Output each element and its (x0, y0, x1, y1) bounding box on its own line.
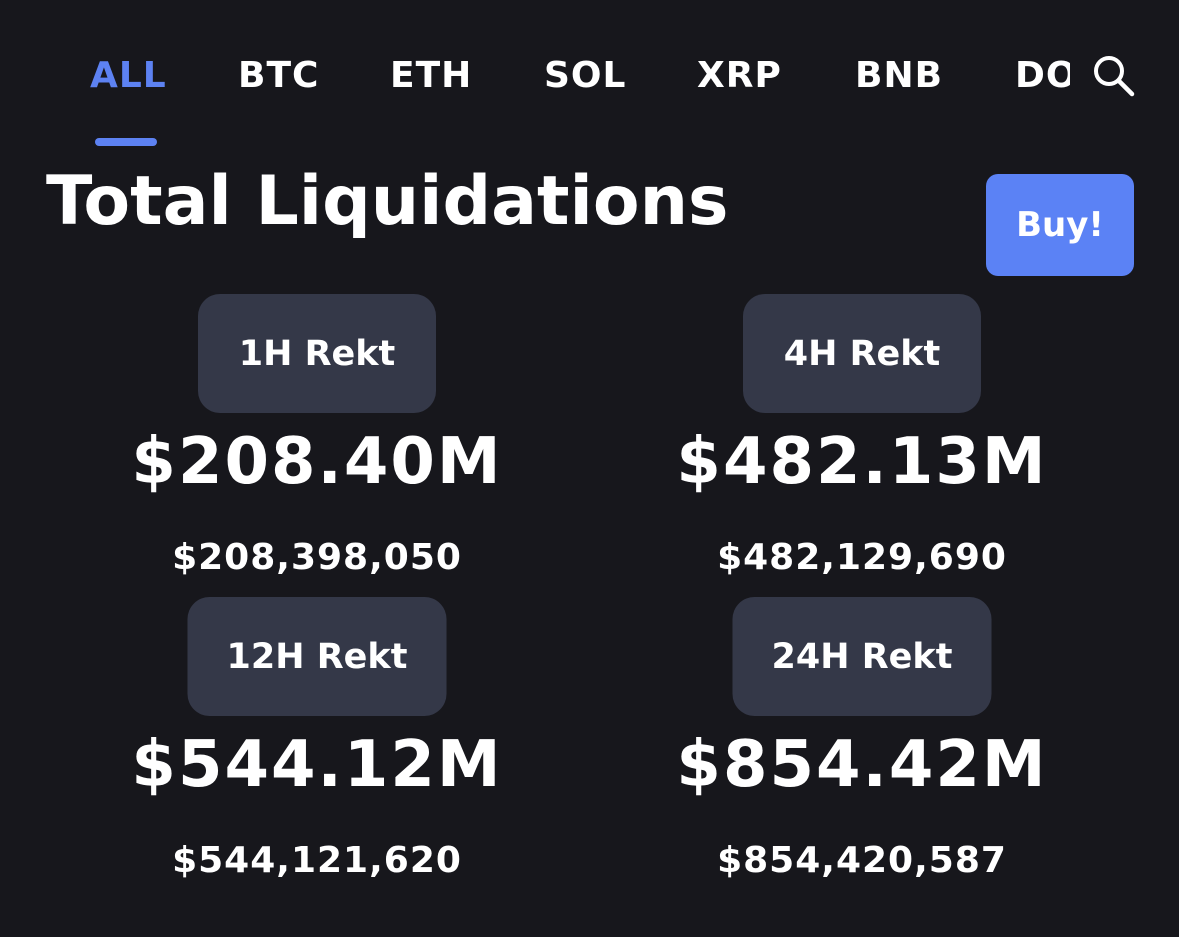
search-button[interactable] (1090, 52, 1138, 100)
stat-12h: 12H Rekt $544.12M $544,121,620 (37, 597, 597, 897)
stat-1h: 1H Rekt $208.40M $208,398,050 (37, 294, 597, 594)
stat-label-button[interactable]: 4H Rekt (743, 294, 981, 413)
tab-eth[interactable]: ETH (390, 52, 472, 100)
stat-amount: $482.13M (676, 425, 1048, 499)
stat-amount: $544.12M (131, 728, 503, 802)
stat-exact-amount: $208,398,050 (172, 537, 462, 578)
active-tab-indicator (95, 138, 157, 146)
stat-exact-amount: $544,121,620 (172, 840, 462, 881)
tab-bnb[interactable]: BNB (855, 52, 943, 100)
stat-4h: 4H Rekt $482.13M $482,129,690 (582, 294, 1142, 594)
stat-24h: 24H Rekt $854.42M $854,420,587 (582, 597, 1142, 897)
tab-btc[interactable]: BTC (238, 52, 319, 100)
tab-doge[interactable]: DOGE (1015, 52, 1070, 100)
coin-tab-bar: ALL BTC ETH SOL XRP BNB DOGE (0, 40, 1070, 112)
stat-exact-amount: $482,129,690 (717, 537, 1007, 578)
stat-label-button[interactable]: 24H Rekt (732, 597, 992, 716)
stat-label-button[interactable]: 12H Rekt (187, 597, 447, 716)
stat-amount: $854.42M (676, 728, 1048, 802)
stat-amount: $208.40M (131, 425, 503, 499)
stat-exact-amount: $854,420,587 (717, 840, 1007, 881)
stat-label-button[interactable]: 1H Rekt (198, 294, 436, 413)
search-icon (1094, 56, 1135, 97)
buy-button[interactable]: Buy! (986, 174, 1134, 276)
tab-xrp[interactable]: XRP (697, 52, 782, 100)
page-title: Total Liquidations (46, 162, 729, 241)
tab-sol[interactable]: SOL (544, 52, 626, 100)
tab-all[interactable]: ALL (90, 52, 167, 100)
